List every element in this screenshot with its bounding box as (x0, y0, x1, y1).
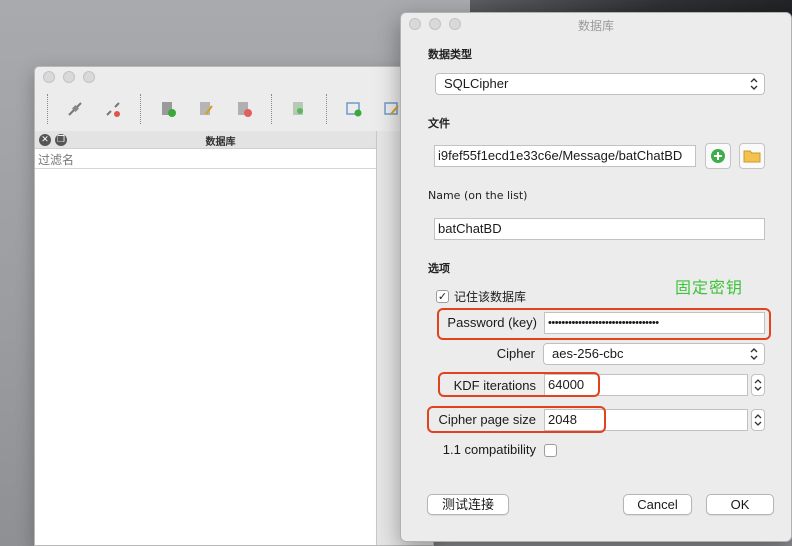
database-dock-panel: ✕ ❐ 数据库 过滤名 (35, 131, 377, 545)
toolbar-separator (326, 94, 327, 124)
remember-checkbox[interactable]: ✓ (436, 290, 449, 303)
cipher-select[interactable]: aes-256-cbc (543, 343, 765, 365)
new-table-icon[interactable] (341, 96, 367, 122)
refresh-database-icon[interactable] (286, 96, 312, 122)
test-connection-button[interactable]: 测试连接 (427, 494, 509, 515)
compat-checkbox[interactable] (544, 444, 557, 457)
kdf-highlight-box (438, 372, 600, 397)
chevron-updown-icon (754, 414, 762, 426)
db-type-label: 数据类型 (428, 48, 472, 61)
disconnect-plug-icon[interactable] (100, 96, 126, 122)
page-size-highlight-box (427, 406, 606, 433)
db-type-value: SQLCipher (444, 76, 509, 91)
add-database-icon[interactable] (155, 96, 181, 122)
chevron-updown-icon (754, 379, 762, 391)
name-input[interactable]: batChatBD (434, 218, 765, 240)
zoom-window-button[interactable] (83, 71, 95, 83)
window-controls (43, 71, 95, 83)
db-type-select[interactable]: SQLCipher (435, 73, 765, 95)
cipher-label: Cipher (496, 346, 535, 361)
password-highlight-box (437, 308, 771, 340)
remember-database-row[interactable]: ✓ 记住该数据库 (436, 288, 526, 305)
name-label: Name (on the list) (428, 189, 528, 202)
connect-plug-icon[interactable] (62, 96, 88, 122)
page-size-spinner[interactable] (751, 409, 765, 431)
main-toolbar (35, 89, 433, 129)
chevron-updown-icon (750, 78, 758, 90)
cancel-button[interactable]: Cancel (623, 494, 692, 515)
plus-circle-icon (711, 149, 725, 163)
folder-icon (743, 150, 761, 163)
options-label: 选项 (428, 262, 450, 275)
remember-label: 记住该数据库 (454, 290, 527, 304)
fixed-key-annotation: 固定密钥 (675, 278, 744, 297)
dialog-title: 数据库 (577, 19, 614, 33)
kdf-spinner[interactable] (751, 374, 765, 396)
dock-title: 数据库 (205, 137, 236, 148)
chevron-updown-icon (750, 348, 758, 360)
compat-label: 1.1 compatibility (442, 442, 536, 457)
file-path-input[interactable]: i9fef55f1ecd1e33c6e/Message/batChatBD (434, 145, 696, 167)
ok-button[interactable]: OK (706, 494, 774, 515)
main-app-window: ✕ ❐ 数据库 过滤名 (34, 66, 434, 546)
minimize-window-button[interactable] (63, 71, 75, 83)
create-file-button[interactable] (705, 143, 731, 169)
toolbar-separator (271, 94, 272, 124)
toolbar-separator (140, 94, 141, 124)
file-path-value: i9fef55f1ecd1e33c6e/Message/batChatBD (438, 148, 683, 163)
cipher-value: aes-256-cbc (552, 346, 624, 361)
edit-database-icon[interactable] (193, 96, 219, 122)
browse-file-button[interactable] (739, 143, 765, 169)
file-label: 文件 (428, 117, 450, 130)
toolbar-separator (47, 94, 48, 124)
close-window-button[interactable] (43, 71, 55, 83)
remove-database-icon[interactable] (231, 96, 257, 122)
filter-input[interactable]: 过滤名 (35, 149, 376, 169)
dock-header: ✕ ❐ 数据库 (35, 131, 376, 149)
